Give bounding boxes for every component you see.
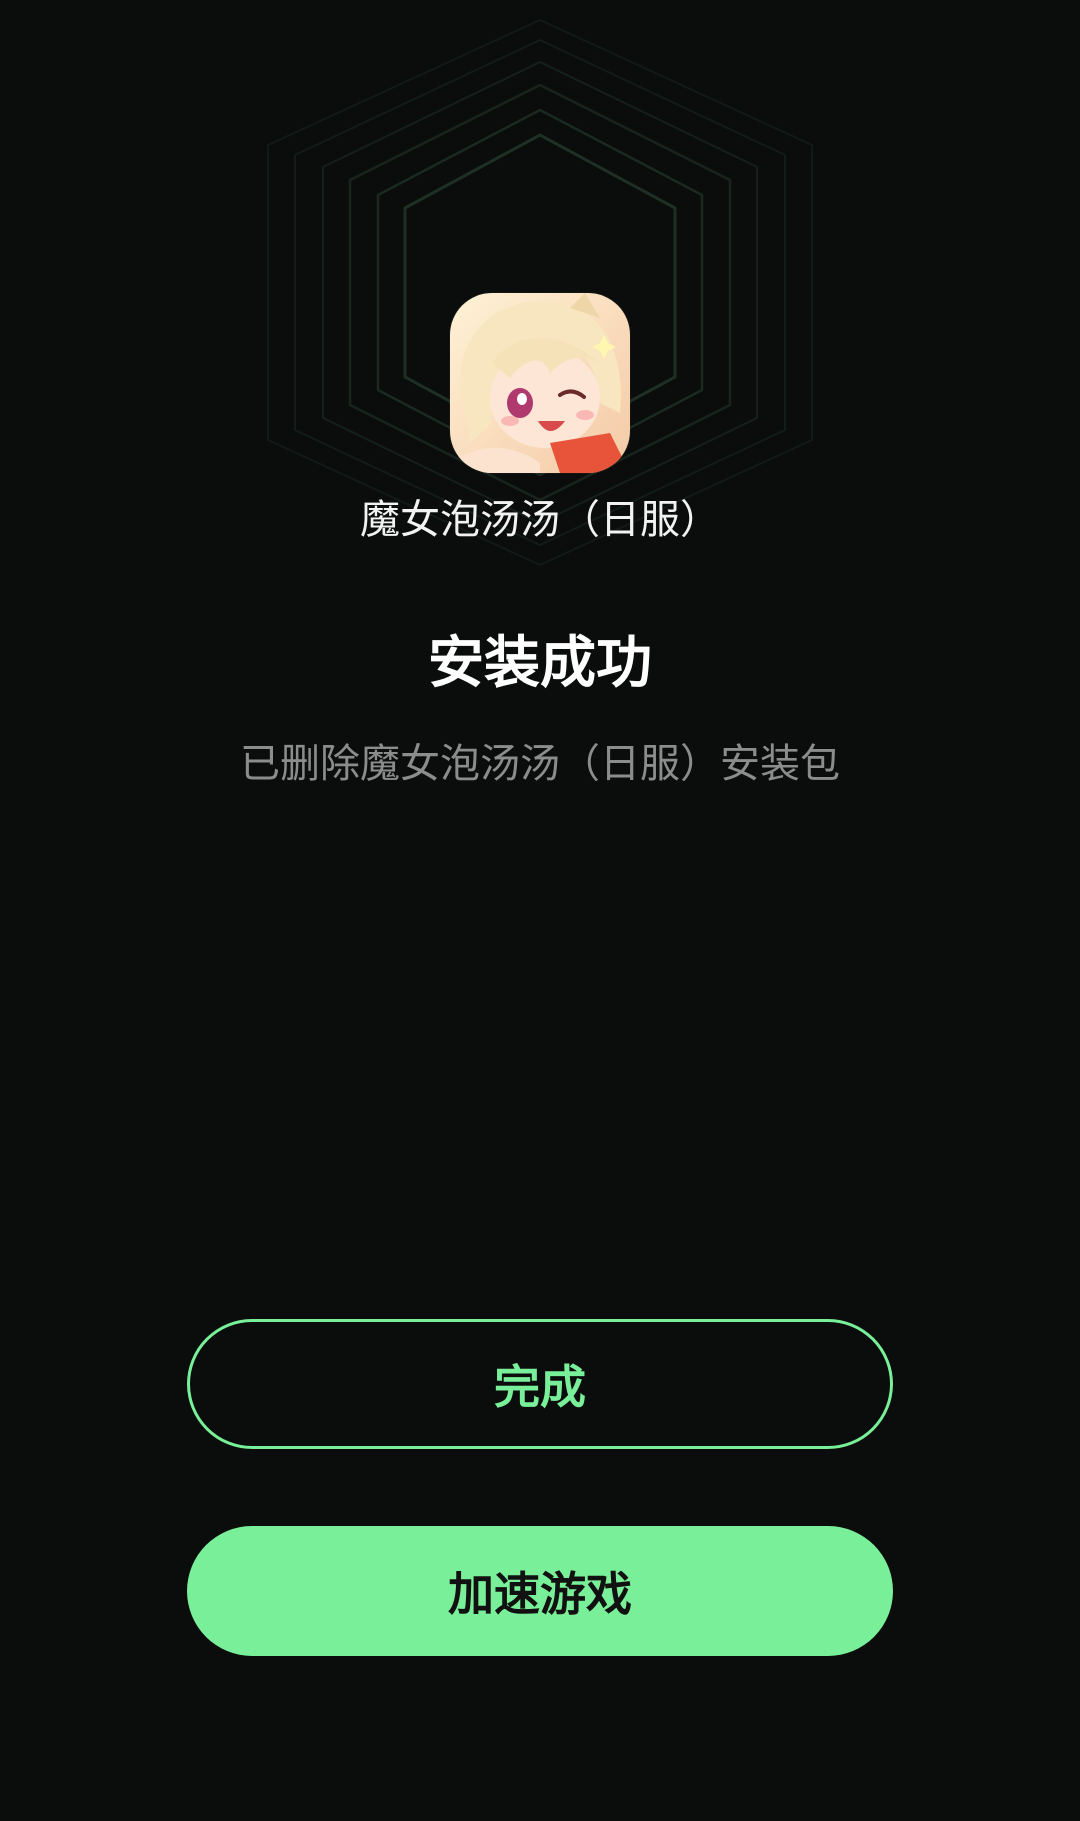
accelerate-game-button[interactable]: 加速游戏	[187, 1526, 893, 1656]
app-icon	[450, 293, 630, 473]
install-result-screen: 魔女泡汤汤（日服） 安装成功 已删除魔女泡汤汤（日服）安装包 完成 加速游戏	[0, 0, 1080, 1821]
done-button-label: 完成	[494, 1360, 586, 1414]
done-button[interactable]: 完成	[187, 1319, 893, 1449]
install-status-subtitle: 已删除魔女泡汤汤（日服）安装包	[240, 741, 840, 787]
app-name: 魔女泡汤汤（日服）	[360, 497, 720, 543]
install-status-title: 安装成功	[428, 631, 652, 696]
accelerate-game-button-label: 加速游戏	[448, 1567, 632, 1621]
